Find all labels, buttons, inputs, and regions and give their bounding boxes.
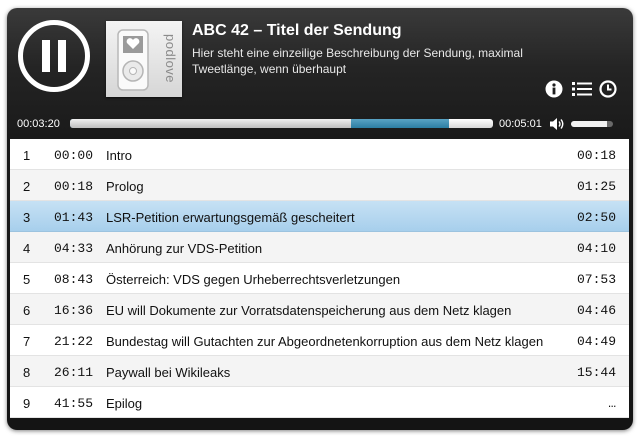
chapter-start-time: 00:18 xyxy=(54,179,94,194)
chapter-list: 1 00:00 Intro 00:18 2 00:18 Prolog 01:25 3 01:43 L… xyxy=(10,139,629,418)
chapter-start-time: 00:00 xyxy=(54,148,94,163)
chapter-row[interactable]: 1 00:00 Intro 00:18 xyxy=(10,139,629,170)
speaker-icon[interactable] xyxy=(549,117,565,131)
chapter-start-time: 16:36 xyxy=(54,303,94,318)
chapter-title: LSR-Petition erwartungsgemäß gescheitert xyxy=(106,210,355,225)
chapter-row[interactable]: 8 26:11 Paywall bei Wikileaks 15:44 xyxy=(10,356,629,387)
chapter-title: Paywall bei Wikileaks xyxy=(106,365,231,380)
clock-icon[interactable] xyxy=(599,80,617,98)
chapter-start-time: 08:43 xyxy=(54,272,94,287)
chapter-title: EU will Dokumente zur Vorratsdatenspeich… xyxy=(106,303,512,318)
chapter-number: 1 xyxy=(23,148,31,163)
chapter-start-time: 41:55 xyxy=(54,396,94,411)
progress-played xyxy=(70,119,352,128)
podcast-player: podlove ABC 42 – Titel der Sendung Hier … xyxy=(7,8,633,430)
chapter-duration: 04:49 xyxy=(576,334,616,349)
pause-button[interactable] xyxy=(18,20,90,92)
total-time: 00:05:01 xyxy=(499,118,542,130)
chapter-duration: 00:18 xyxy=(576,148,616,163)
chapter-duration: 02:50 xyxy=(576,210,616,225)
chapter-number: 6 xyxy=(23,303,31,318)
chapter-title: Intro xyxy=(106,148,133,163)
volume-level xyxy=(571,121,607,127)
chapter-start-time: 26:11 xyxy=(54,365,94,380)
chapter-start-time: 21:22 xyxy=(54,334,94,349)
chapter-row[interactable]: 2 00:18 Prolog 01:25 xyxy=(10,170,629,201)
chapter-duration: 15:44 xyxy=(576,365,616,380)
volume-slider[interactable] xyxy=(571,121,613,127)
chapter-title: Epilog xyxy=(106,396,143,411)
chapter-number: 2 xyxy=(23,179,31,194)
ipod-icon xyxy=(117,29,149,91)
toolbar xyxy=(545,80,617,98)
chapter-duration: … xyxy=(608,396,616,411)
chapter-number: 7 xyxy=(23,334,31,349)
chapter-number: 9 xyxy=(23,396,31,411)
chapter-title: Bundestag will Gutachten zur Abgeordnete… xyxy=(106,334,544,349)
chapter-start-time: 04:33 xyxy=(54,241,94,256)
chapter-title: Österreich: VDS gegen Urheberrechtsverle… xyxy=(106,272,401,287)
chapter-row[interactable]: 6 16:36 EU will Dokumente zur Vorratsdaten… xyxy=(10,294,629,325)
pause-icon xyxy=(42,40,66,72)
chapter-number: 5 xyxy=(23,272,31,287)
chapters-list-icon[interactable] xyxy=(572,80,592,98)
chapter-duration: 07:53 xyxy=(576,272,616,287)
chapter-start-time: 01:43 xyxy=(54,210,94,225)
chapter-row[interactable]: 9 41:55 Epilog … xyxy=(10,387,629,418)
chapter-number: 3 xyxy=(23,210,31,225)
info-icon[interactable] xyxy=(545,80,563,98)
chapter-duration: 01:25 xyxy=(576,179,616,194)
cover-brand-text: podlove xyxy=(163,34,178,84)
episode-title: ABC 42 – Titel der Sendung xyxy=(192,22,402,39)
current-time: 00:03:20 xyxy=(17,118,60,130)
episode-subtitle: Hier steht eine einzeilige Beschreibung … xyxy=(192,46,523,76)
progress-track[interactable] xyxy=(70,119,493,128)
chapter-row[interactable]: 3 01:43 LSR-Petition erwartungsgemäß gesch… xyxy=(10,201,629,232)
chapter-number: 4 xyxy=(23,241,31,256)
chapter-number: 8 xyxy=(23,365,31,380)
chapter-duration: 04:10 xyxy=(576,241,616,256)
chapter-title: Anhörung zur VDS-Petition xyxy=(106,241,263,256)
chapter-row[interactable]: 5 08:43 Österreich: VDS gegen Urheberrecht… xyxy=(10,263,629,294)
chapter-row[interactable]: 7 21:22 Bundestag will Gutachten zur Abgeo… xyxy=(10,325,629,356)
chapter-row[interactable]: 4 04:33 Anhörung zur VDS-Petition 04:10 xyxy=(10,232,629,263)
chapter-duration: 04:46 xyxy=(576,303,616,318)
progress-bar-row: 00:03:20 00:05:01 xyxy=(7,116,633,134)
episode-cover: podlove xyxy=(106,21,182,97)
chapter-title: Prolog xyxy=(106,179,144,194)
